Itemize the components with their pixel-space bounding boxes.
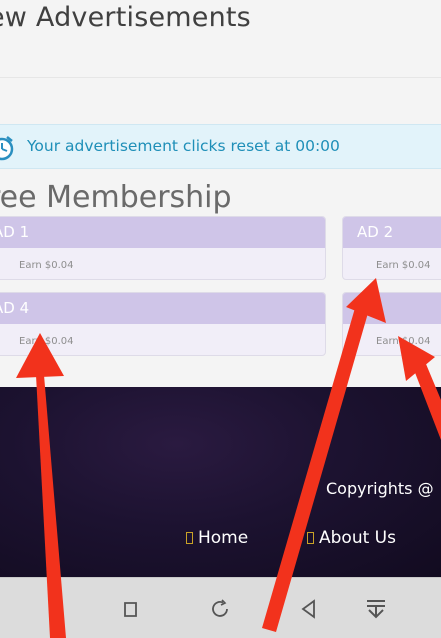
ad-earn: Earn $0.04	[376, 336, 431, 347]
ad-card-header: AD 2	[343, 217, 441, 248]
back-icon[interactable]	[296, 596, 322, 622]
hide-keyboard-icon[interactable]	[363, 596, 389, 622]
notice-text: Your advertisement clicks reset at 00:00	[27, 137, 340, 155]
recent-apps-icon[interactable]	[119, 596, 145, 622]
ad-name: AD 1	[0, 223, 30, 241]
reset-notice: Your advertisement clicks reset at 00:00	[0, 124, 441, 169]
page-title: ew Advertisements	[0, 2, 251, 33]
ad-earn: Earn $0.04	[376, 260, 431, 271]
ad-earn: Earn $0.04	[19, 336, 74, 347]
ad-card-1[interactable]: AD 1 Earn $0.04	[0, 216, 326, 280]
ad-name: AD 4	[0, 299, 30, 317]
ad-card-2[interactable]: AD 2 Earn $0.04	[342, 216, 441, 280]
section-title: ree Membership	[0, 180, 232, 215]
footer-link-about[interactable]: About Us	[307, 528, 396, 548]
system-nav-bar	[0, 577, 441, 638]
ad-card-header: AD 1	[0, 217, 325, 248]
footer-link-home[interactable]: Home	[186, 528, 248, 548]
copyright-text: Copyrights @	[326, 479, 434, 498]
home-circle-icon[interactable]	[207, 596, 233, 622]
ad-card-header: AD 4	[0, 293, 325, 324]
alarm-clock-icon	[0, 136, 14, 161]
ad-card-5[interactable]: Earn $0.04	[342, 292, 441, 356]
ad-earn: Earn $0.04	[19, 260, 74, 271]
ad-name: AD 2	[357, 223, 394, 241]
footer-link-label: Home	[198, 528, 249, 548]
link-bullet-icon	[307, 532, 314, 544]
ad-card-4[interactable]: AD 4 Earn $0.04	[0, 292, 326, 356]
footer-link-label: About Us	[319, 528, 396, 548]
title-divider	[0, 77, 441, 78]
ad-card-header	[343, 293, 441, 324]
site-footer: Copyrights @ Home About Us	[0, 387, 441, 577]
link-bullet-icon	[186, 532, 193, 544]
